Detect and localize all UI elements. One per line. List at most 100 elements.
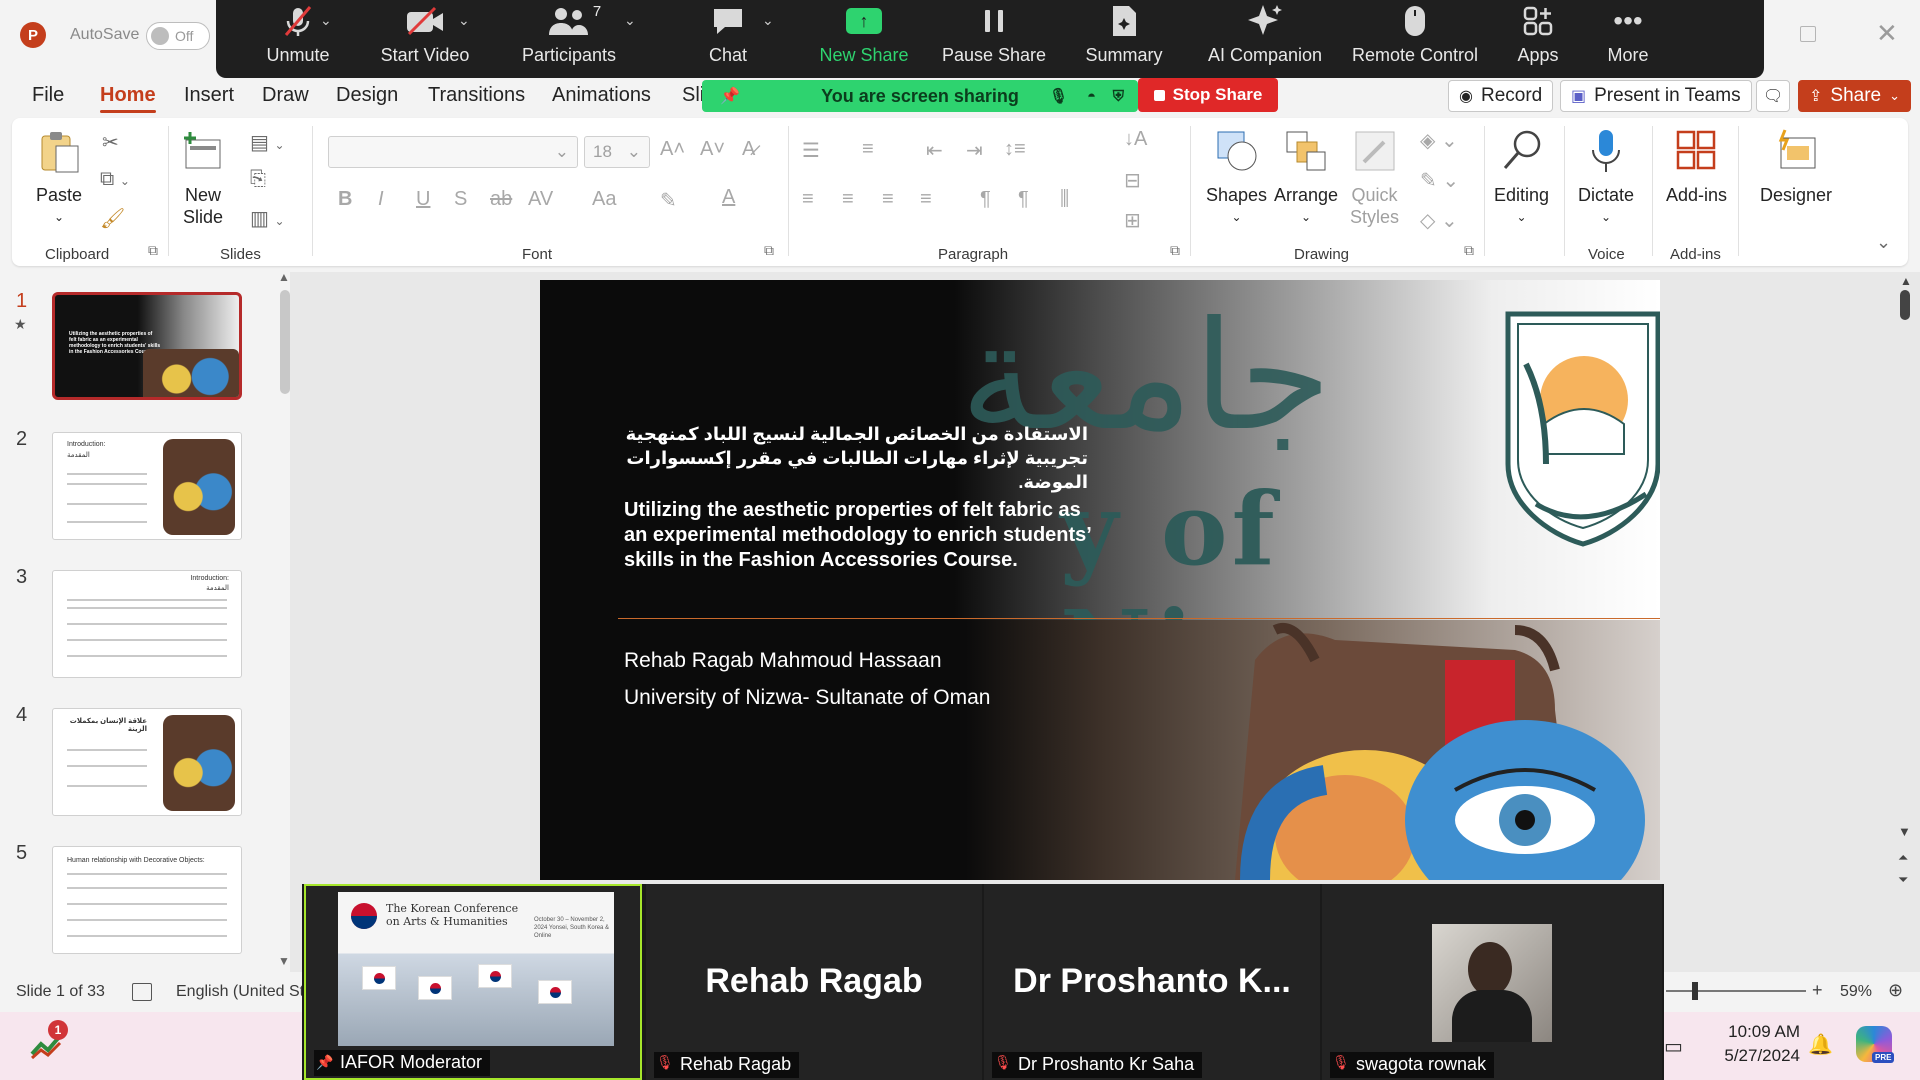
- pause-share-button[interactable]: Pause Share: [932, 0, 1056, 78]
- battery-tray-icon[interactable]: ▭: [1664, 1034, 1683, 1059]
- slide-thumbnail-1[interactable]: Utilizing the aesthetic properties of fe…: [52, 292, 242, 400]
- numbering-icon[interactable]: ≡: [862, 138, 874, 161]
- tab-file[interactable]: File: [32, 84, 64, 107]
- reset-icon[interactable]: ⎘: [250, 168, 266, 191]
- quick-styles-button[interactable]: Quick Styles: [1350, 128, 1399, 228]
- align-left-icon[interactable]: ≡: [802, 188, 814, 211]
- dialog-launcher-icon[interactable]: ⧉: [1464, 242, 1474, 259]
- columns-icon[interactable]: ⫼: [1060, 188, 1069, 211]
- slide-thumbnail-2[interactable]: Introduction: المقدمة: [52, 432, 242, 540]
- ltr-direction-icon[interactable]: ¶: [980, 188, 991, 211]
- layout-icon[interactable]: ▤ ⌄: [250, 130, 285, 155]
- tab-design[interactable]: Design: [336, 84, 398, 107]
- bullets-icon[interactable]: ☰: [802, 138, 820, 163]
- participants-button[interactable]: 7 Participants: [506, 0, 632, 78]
- underline-icon[interactable]: U: [416, 188, 430, 211]
- align-text-icon[interactable]: ⊟: [1124, 168, 1141, 193]
- chevron-down-icon[interactable]: ⌄: [320, 12, 332, 29]
- participant-tile-swagota[interactable]: swagota rownak: [1322, 884, 1662, 1080]
- align-center-icon[interactable]: ≡: [842, 188, 854, 211]
- fit-slide-icon[interactable]: ⊕: [1888, 980, 1903, 1001]
- start-video-button[interactable]: Start Video: [360, 0, 490, 78]
- record-button[interactable]: ◉ Record: [1448, 80, 1554, 112]
- notification-bell-icon[interactable]: 🔔: [1808, 1032, 1833, 1057]
- shape-effects-icon[interactable]: ◇ ⌄: [1420, 208, 1458, 233]
- zoom-slider-thumb[interactable]: [1692, 982, 1698, 1000]
- tab-animations[interactable]: Animations: [552, 84, 651, 107]
- change-case-icon[interactable]: Aa: [592, 188, 616, 211]
- next-slide-icon[interactable]: ⏷: [1898, 872, 1908, 888]
- dialog-launcher-icon[interactable]: ⧉: [148, 242, 158, 259]
- zoom-in-icon[interactable]: +: [1812, 980, 1823, 1001]
- rtl-direction-icon[interactable]: ¶: [1018, 188, 1029, 211]
- dialog-launcher-icon[interactable]: ⧉: [764, 242, 774, 259]
- language-indicator[interactable]: English (United St: [176, 983, 304, 1001]
- zoom-percentage[interactable]: 59%: [1840, 983, 1872, 1001]
- justify-icon[interactable]: ≡: [920, 188, 932, 211]
- tab-slideshow[interactable]: Sli: [682, 84, 704, 107]
- text-direction-icon[interactable]: ↓A: [1124, 128, 1147, 151]
- more-button[interactable]: ••• More: [1588, 0, 1668, 78]
- tab-transitions[interactable]: Transitions: [428, 84, 525, 107]
- bold-icon[interactable]: B: [338, 188, 352, 211]
- chevron-down-icon[interactable]: ⌄: [762, 12, 774, 29]
- highlight-icon[interactable]: ✎: [660, 188, 677, 213]
- strikethrough-icon[interactable]: ab: [490, 188, 512, 211]
- thumbnail-scrollbar[interactable]: [280, 290, 290, 394]
- remote-control-button[interactable]: Remote Control: [1340, 0, 1490, 78]
- share-button[interactable]: ⇪ Share ⌄: [1798, 80, 1912, 112]
- collapse-ribbon-chevron-icon[interactable]: ⌄: [1876, 232, 1891, 253]
- italic-icon[interactable]: I: [378, 188, 384, 211]
- zoom-slider[interactable]: [1666, 990, 1806, 992]
- apps-button[interactable]: Apps: [1498, 0, 1578, 78]
- present-in-teams-button[interactable]: ▣ Present in Teams: [1560, 80, 1752, 112]
- scroll-down-icon[interactable]: ▼: [1898, 824, 1911, 839]
- new-slide-button[interactable]: New Slide: [180, 128, 226, 228]
- participant-tile-rehab[interactable]: Rehab Ragab Rehab Ragab: [646, 884, 982, 1080]
- shape-fill-icon[interactable]: ◈ ⌄: [1420, 128, 1458, 153]
- section-icon[interactable]: ▥ ⌄: [250, 206, 285, 231]
- copy-icon[interactable]: ⧉ ⌄: [100, 168, 130, 191]
- pin-icon[interactable]: 📌: [720, 86, 740, 106]
- arrange-button[interactable]: Arrange ⌄: [1274, 128, 1338, 228]
- add-ins-button[interactable]: Add-ins: [1666, 128, 1727, 206]
- font-size-dropdown[interactable]: 18 ⌄: [584, 136, 650, 168]
- paste-button[interactable]: Paste ⌄: [36, 128, 82, 228]
- tab-draw[interactable]: Draw: [262, 84, 309, 107]
- dialog-launcher-icon[interactable]: ⧉: [1170, 242, 1180, 259]
- dictate-button[interactable]: Dictate ⌄: [1578, 128, 1634, 228]
- stop-share-button[interactable]: Stop Share: [1138, 78, 1278, 112]
- clear-formatting-icon[interactable]: A̷: [742, 138, 755, 161]
- previous-slide-icon[interactable]: ⏶: [1898, 850, 1908, 866]
- slide-canvas[interactable]: جامعة y of Nizwa الاستفادة من الخصائص ال…: [540, 280, 1660, 880]
- text-shadow-icon[interactable]: S: [454, 188, 467, 211]
- font-color-icon[interactable]: A: [722, 186, 735, 209]
- summary-button[interactable]: Summary: [1066, 0, 1182, 78]
- scroll-down-icon[interactable]: ▼: [278, 954, 290, 968]
- slide-thumbnail-4[interactable]: علاقة الإنسان بمكملات الزينة: [52, 708, 242, 816]
- increase-font-size-icon[interactable]: A˄: [660, 138, 685, 161]
- new-share-button[interactable]: ↑ New Share: [804, 0, 924, 78]
- restore-window-icon[interactable]: [1800, 26, 1816, 42]
- shapes-button[interactable]: Shapes ⌄: [1206, 128, 1267, 228]
- close-window-icon[interactable]: ✕: [1876, 18, 1898, 49]
- scroll-up-icon[interactable]: ▲: [1900, 274, 1912, 288]
- participant-tile-proshanto[interactable]: Dr Proshanto K... Dr Proshanto Kr Saha: [984, 884, 1320, 1080]
- line-spacing-icon[interactable]: ↕≡: [1004, 138, 1026, 161]
- canvas-scrollbar-thumb[interactable]: [1900, 290, 1910, 320]
- tab-insert[interactable]: Insert: [184, 84, 234, 107]
- character-spacing-icon[interactable]: AV: [528, 188, 553, 211]
- notes-book-icon[interactable]: [132, 983, 152, 1001]
- autosave-toggle[interactable]: Off: [146, 22, 210, 50]
- chevron-down-icon[interactable]: ⌄: [624, 12, 636, 29]
- smartart-icon[interactable]: ⊞: [1124, 208, 1141, 233]
- slide-thumbnail-3[interactable]: Introduction: المقدمة: [52, 570, 242, 678]
- slide-thumbnail-5[interactable]: Human relationship with Decorative Objec…: [52, 846, 242, 954]
- font-name-dropdown[interactable]: ⌄: [328, 136, 578, 168]
- decrease-font-size-icon[interactable]: A˅: [700, 138, 725, 161]
- editing-button[interactable]: Editing ⌄: [1494, 128, 1549, 228]
- system-clock[interactable]: 10:09 AM 5/27/2024: [1700, 1020, 1800, 1068]
- chevron-down-icon[interactable]: ⌄: [458, 12, 470, 29]
- shape-outline-icon[interactable]: ✎ ⌄: [1420, 168, 1459, 193]
- ai-companion-button[interactable]: AI Companion: [1196, 0, 1334, 78]
